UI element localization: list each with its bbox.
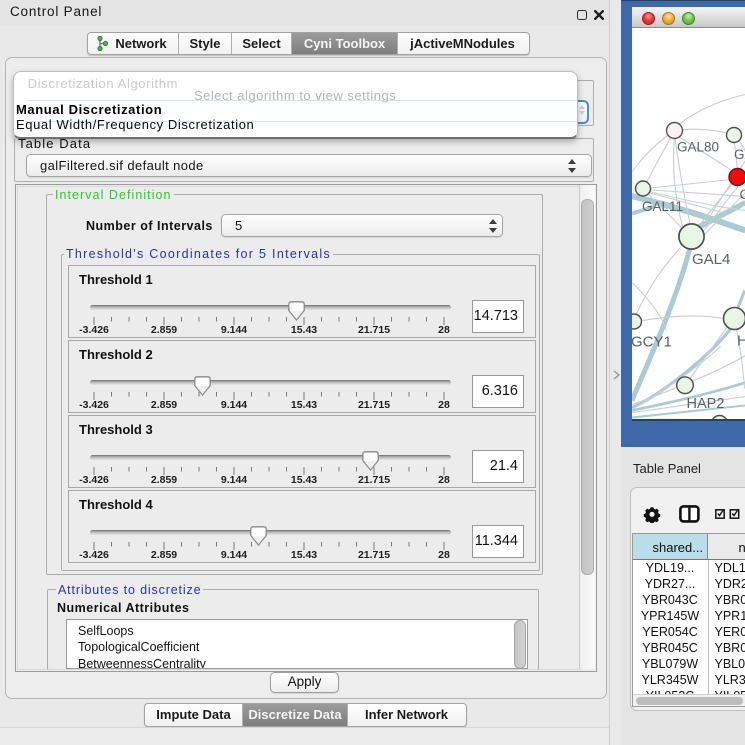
svg-text:CY: CY	[739, 187, 745, 202]
svg-text:H: H	[737, 332, 745, 349]
svg-text:GA: GA	[734, 147, 745, 162]
svg-text:HAP2: HAP2	[686, 396, 724, 412]
svg-text:GCY1: GCY1	[632, 333, 672, 350]
svg-text:GAL4: GAL4	[692, 251, 730, 268]
svg-text:GAL11: GAL11	[642, 199, 683, 214]
svg-text:GAL80: GAL80	[677, 139, 719, 154]
